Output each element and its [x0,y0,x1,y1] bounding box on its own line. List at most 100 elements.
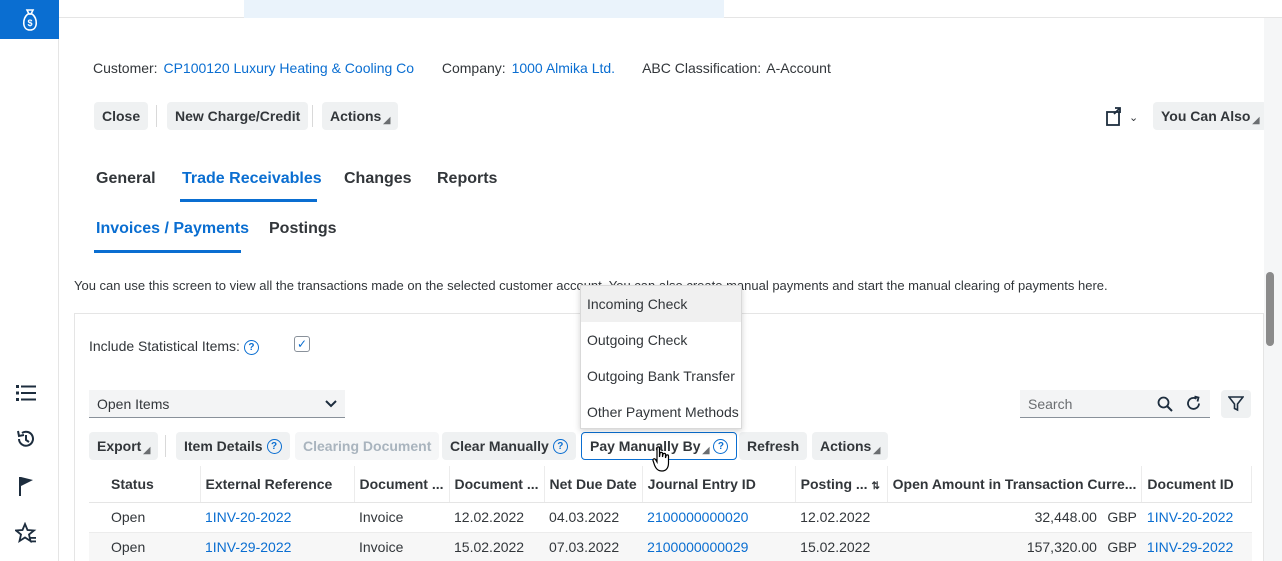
close-button[interactable]: Close [94,102,149,130]
subtab-postings[interactable]: Postings [269,220,337,238]
actions-label: Actions [330,108,382,124]
document-id-link[interactable]: 1INV-20-2022 [1141,502,1252,533]
export-button[interactable]: Export ◢ [89,432,159,460]
status-cell: Open [89,502,200,533]
amount-value: 157,320.00 [1026,539,1097,555]
company-link[interactable]: 1000 Almika Ltd. [512,60,616,76]
filter-button[interactable] [1221,390,1251,418]
new-charge-credit-button[interactable]: New Charge/Credit [167,102,309,130]
active-window-tab[interactable] [244,0,724,18]
column-header[interactable]: Document ... [354,466,450,503]
column-header[interactable]: Posting ... ⇅ [795,466,888,503]
posting-header-label: Posting ... [800,475,868,492]
help-icon[interactable]: ? [713,438,729,454]
currency-code: GBP [1107,539,1137,555]
export-label: Export [97,438,142,454]
customer-link[interactable]: CP100120 Luxury Heating & Cooling Co [163,60,414,76]
open-amount-cell: 157,320.00 GBP [887,532,1142,561]
abc-value: A-Account [766,60,831,76]
chevron-down-icon [325,399,337,407]
column-header[interactable]: Journal Entry ID [642,466,796,503]
column-header[interactable]: Document ID [1141,466,1253,503]
tab-reports[interactable]: Reports [437,170,497,188]
menu-item-other-payment-methods[interactable]: Other Payment Methods [581,394,741,430]
query-select[interactable]: Open Items [89,390,345,418]
column-header[interactable]: Status [89,466,201,503]
column-header[interactable]: Document ... [449,466,545,503]
help-icon[interactable]: ? [266,438,282,454]
header-attributes: Customer: CP100120 Luxury Heating & Cool… [93,60,833,76]
external-reference-link[interactable]: 1INV-20-2022 [200,502,354,533]
sort-icon: ⇅ [871,480,880,492]
page-scrollbar-thumb[interactable] [1266,272,1274,346]
active-subtab-indicator [94,250,241,253]
favorites-star-icon[interactable] [12,519,40,547]
menu-caret-icon: ◢ [1252,114,1260,125]
table-actions-button[interactable]: Actions ◢ [812,432,889,460]
clear-manually-button[interactable]: Clear Manually? [442,432,576,460]
abc-label: ABC Classification: [642,60,762,76]
posting-date-cell: 15.02.2022 [795,532,888,561]
document-type-cell: Invoice [354,502,450,533]
share-menu[interactable]: ⌄ [1105,106,1145,128]
clearing-document-button[interactable]: Clearing Document [295,432,440,460]
customer-label: Customer: [93,60,158,76]
document-date-cell: 15.02.2022 [449,532,545,561]
column-header[interactable]: External Reference [200,466,355,503]
you-can-also-button[interactable]: You Can Also ◢ [1153,102,1268,130]
history-icon[interactable] [12,425,40,453]
flag-icon[interactable] [12,472,40,500]
external-reference-link[interactable]: 1INV-29-2022 [200,532,354,561]
menu-item-incoming-check[interactable]: Incoming Check [581,286,741,322]
tab-general[interactable]: General [96,170,156,188]
include-statistical-label: Include Statistical Items: [89,338,240,354]
refresh-button[interactable]: Refresh [739,432,808,460]
clear-manually-label: Clear Manually [450,438,549,454]
table-row[interactable]: Open 1INV-29-2022 Invoice 15.02.2022 07.… [89,532,1252,561]
menu-item-outgoing-bank-transfer[interactable]: Outgoing Bank Transfer [581,358,741,394]
search-placeholder: Search [1028,395,1073,412]
item-details-label: Item Details [184,438,263,454]
menu-item-outgoing-check[interactable]: Outgoing Check [581,322,741,358]
app-logo[interactable]: $ [0,0,59,39]
list-icon[interactable] [12,379,40,407]
table-row[interactable]: Open 1INV-20-2022 Invoice 12.02.2022 04.… [89,502,1252,533]
include-statistical-items: Include Statistical Items:? [89,338,259,355]
left-navigation-rail: $ [0,0,59,561]
search-field[interactable]: Search [1020,390,1210,418]
tab-changes[interactable]: Changes [344,170,412,188]
checkmark-icon: ✓ [296,337,308,351]
menu-caret-icon: ◢ [143,444,151,455]
menu-caret-icon: ◢ [702,444,710,455]
actions-menu-button[interactable]: Actions ◢ [322,102,399,130]
journal-entry-link[interactable]: 2100000000029 [642,532,796,561]
share-icon [1106,107,1121,126]
include-statistical-checkbox[interactable]: ✓ [294,336,310,352]
refresh-icon[interactable] [1185,395,1202,412]
chevron-down-icon: ⌄ [1129,111,1139,124]
search-icon[interactable] [1157,396,1173,412]
subtab-invoices-payments[interactable]: Invoices / Payments [96,220,249,238]
column-header[interactable]: Net Due Date [544,466,643,503]
company-label: Company: [441,60,506,76]
active-tab-indicator [180,199,317,202]
you-can-also-label: You Can Also [1161,108,1251,124]
document-type-cell: Invoice [354,532,450,561]
journal-entry-link[interactable]: 2100000000020 [642,502,796,533]
menu-caret-icon: ◢ [873,444,881,455]
tab-trade-receivables[interactable]: Trade Receivables [182,170,322,188]
open-amount-cell: 32,448.00 GBP [887,502,1142,533]
net-due-date-cell: 07.03.2022 [544,532,643,561]
column-header[interactable]: Open Amount in Transaction Curre... [887,466,1143,503]
net-due-date-cell: 04.03.2022 [544,502,643,533]
menu-caret-icon: ◢ [383,114,391,125]
pay-manually-by-label: Pay Manually By [590,438,701,454]
document-id-link[interactable]: 1INV-29-2022 [1141,532,1252,561]
toolbar-separator [312,105,313,127]
toolbar-separator [156,105,157,127]
help-icon[interactable]: ? [243,339,259,355]
help-icon[interactable]: ? [552,438,568,454]
pay-manually-by-menu: Incoming Check Outgoing Check Outgoing B… [580,285,742,429]
item-details-button[interactable]: Item Details? [176,432,290,460]
currency-code: GBP [1107,509,1137,525]
